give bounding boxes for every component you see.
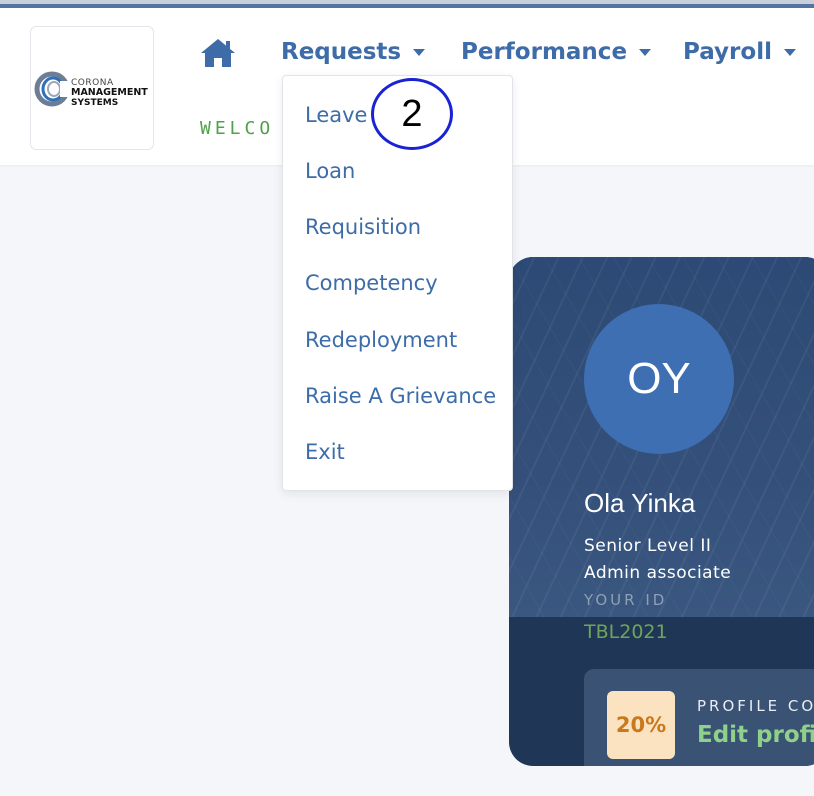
employee-role: Admin associate bbox=[584, 563, 732, 583]
welcome-text: WELCO bbox=[200, 118, 275, 139]
chevron-down-icon bbox=[413, 49, 426, 56]
step-annotation-circle: 2 bbox=[371, 78, 453, 150]
avatar: OY bbox=[584, 304, 734, 454]
employee-id-label: YOUR ID bbox=[584, 591, 668, 609]
menu-item-raise-grievance[interactable]: Raise A Grievance bbox=[305, 384, 496, 408]
logo-line-2: MANAGEMENT bbox=[71, 87, 148, 98]
menu-item-redeployment[interactable]: Redeployment bbox=[305, 328, 457, 352]
employee-name: Ola Yinka bbox=[584, 488, 696, 518]
nav-performance[interactable]: Performance bbox=[461, 39, 652, 65]
window-top-strip bbox=[0, 0, 814, 8]
home-icon[interactable] bbox=[199, 37, 237, 69]
profile-card: OY Ola Yinka Senior Level II Admin assoc… bbox=[509, 257, 814, 766]
nav-payroll[interactable]: Payroll bbox=[683, 39, 796, 65]
menu-item-exit[interactable]: Exit bbox=[305, 440, 345, 464]
nav-requests-label: Requests bbox=[281, 39, 402, 65]
menu-item-leave[interactable]: Leave bbox=[305, 103, 367, 127]
nav-performance-label: Performance bbox=[461, 39, 628, 65]
nav-requests[interactable]: Requests bbox=[281, 39, 426, 65]
logo-wordmark: CORONA MANAGEMENT SYSTEMS bbox=[71, 78, 148, 108]
edit-profile-link[interactable]: Edit profil bbox=[697, 722, 814, 748]
logo-line-3: SYSTEMS bbox=[71, 98, 119, 108]
chevron-down-icon bbox=[783, 49, 796, 56]
profile-completion-label: PROFILE CO bbox=[697, 697, 814, 715]
menu-item-loan[interactable]: Loan bbox=[305, 159, 355, 183]
employee-id: TBL2021 bbox=[584, 621, 668, 643]
completion-percent-badge: 20% bbox=[607, 691, 675, 759]
corona-logo-icon bbox=[34, 71, 72, 107]
employee-level: Senior Level II bbox=[584, 536, 712, 556]
profile-completion-panel: 20% PROFILE CO Edit profil bbox=[584, 669, 814, 766]
menu-item-competency[interactable]: Competency bbox=[305, 271, 438, 295]
nav-payroll-label: Payroll bbox=[683, 39, 772, 65]
menu-item-requisition[interactable]: Requisition bbox=[305, 215, 421, 239]
chevron-down-icon bbox=[639, 49, 652, 56]
company-logo[interactable]: CORONA MANAGEMENT SYSTEMS bbox=[30, 26, 154, 150]
